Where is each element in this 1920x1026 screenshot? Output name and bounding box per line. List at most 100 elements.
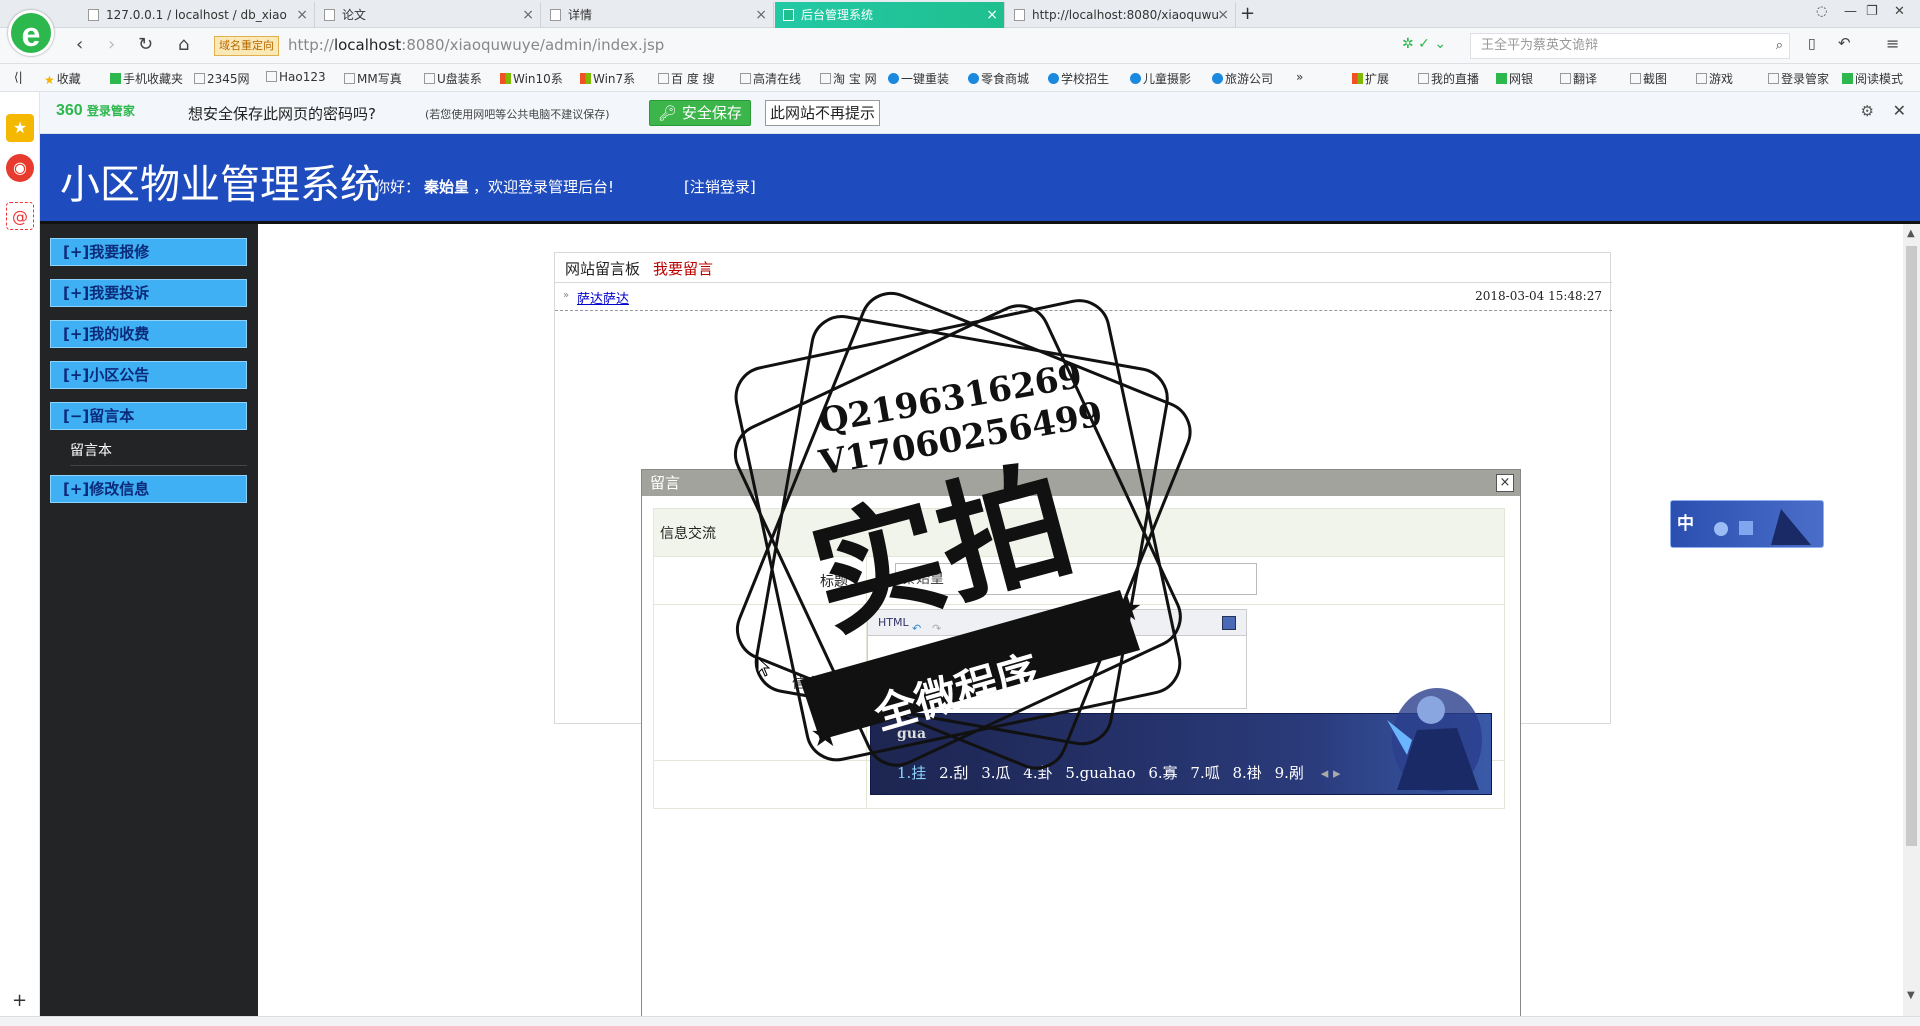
bookmark-item[interactable]: 百 度 搜 xyxy=(658,70,715,87)
fullscreen-icon[interactable] xyxy=(1222,616,1236,630)
sidebar-item-notice[interactable]: [+]小区公告 xyxy=(50,361,247,389)
undo-icon[interactable]: ↶ xyxy=(1838,34,1851,52)
back-icon[interactable]: ‹ xyxy=(76,34,83,55)
browser-tab[interactable]: http://localhost:8080/xiaoquwu × xyxy=(1006,2,1236,28)
new-tab-icon[interactable]: + xyxy=(1240,2,1255,26)
toolbar-bank[interactable]: 网银 xyxy=(1496,70,1533,87)
undo-icon[interactable]: ↶ xyxy=(912,616,926,635)
add-icon[interactable]: + xyxy=(12,990,27,1011)
bookmark-item[interactable]: U盘装系 xyxy=(424,70,482,87)
ime-candidate[interactable]: 7.呱 xyxy=(1190,762,1219,783)
sidebar-item-guestbook[interactable]: [−]留言本 xyxy=(50,402,247,430)
weibo-icon[interactable]: ◉ xyxy=(6,154,34,182)
tab-guestbook-board[interactable]: 网站留言板 xyxy=(565,258,640,279)
close-icon[interactable]: × xyxy=(986,2,998,28)
search-input[interactable]: 王全平为蔡英文诡辩 ⌕ xyxy=(1470,33,1790,59)
bookmark-item[interactable]: 手机收藏夹 xyxy=(110,70,183,87)
scroll-up-icon[interactable]: ▲ xyxy=(1907,228,1915,239)
url-field[interactable]: http://localhost:8080/xiaoquwuye/admin/i… xyxy=(288,36,664,54)
ime-candidate[interactable]: 6.寡 xyxy=(1148,762,1177,783)
never-prompt-button[interactable]: 此网站不再提示 xyxy=(765,100,881,126)
browser-tab[interactable]: 详情 × xyxy=(542,2,774,28)
bookmark-item[interactable]: Win10系 xyxy=(500,70,563,87)
sidebar-item-complaint[interactable]: [+]我要投诉 xyxy=(50,279,247,307)
browser-tab-active[interactable]: 后台管理系统 × xyxy=(775,2,1005,28)
menu-icon[interactable]: ≡ xyxy=(1886,34,1899,53)
bookmark-item[interactable]: 一键重装 xyxy=(888,70,949,87)
toolbar-label: 我的直播 xyxy=(1431,72,1480,86)
safe-save-button[interactable]: 🔑︎ 安全保存 xyxy=(649,100,751,126)
close-icon[interactable]: × xyxy=(1496,474,1514,492)
tab-post-message[interactable]: 我要留言 xyxy=(653,258,713,279)
ime-status-bar[interactable]: 中 xyxy=(1670,500,1824,548)
toolbar-screenshot[interactable]: 截图 xyxy=(1630,70,1667,87)
mail-icon[interactable]: @ xyxy=(6,202,34,230)
toolbar-live[interactable]: 我的直播 xyxy=(1418,70,1479,87)
bookmark-item[interactable]: 旅游公司 xyxy=(1212,70,1273,87)
bookmark-icon[interactable]: ▯ xyxy=(1808,36,1816,52)
favorites-star-icon[interactable]: ★ xyxy=(6,114,34,142)
redo-icon[interactable]: ↷ xyxy=(932,616,946,635)
bookmark-item[interactable]: Hao123 xyxy=(266,70,326,84)
bookmark-item[interactable]: 零食商城 xyxy=(968,70,1029,87)
bookmark-item[interactable]: 2345网 xyxy=(194,70,250,87)
scrollbar-thumb[interactable] xyxy=(1906,246,1917,846)
rich-text-editor[interactable]: HTML ↶ ↷ xyxy=(867,609,1247,709)
toolbar-extensions[interactable]: 扩展 xyxy=(1352,70,1389,87)
toolbar-login[interactable]: 登录管家 xyxy=(1768,70,1829,87)
bookmark-item[interactable]: 高清在线 xyxy=(740,70,801,87)
reload-icon[interactable]: ↻ xyxy=(138,34,153,55)
title-input[interactable]: 秦始皇 xyxy=(895,563,1257,595)
sidebar-item-profile[interactable]: [+]修改信息 xyxy=(50,475,247,503)
home-icon[interactable]: ⌂ xyxy=(178,34,189,55)
ime-candidate[interactable]: 5.guahao xyxy=(1065,764,1135,782)
star-icon: ★ xyxy=(44,73,55,87)
greeting-suffix: ，欢迎登录管理后台! xyxy=(473,178,615,196)
search-icon[interactable]: ⌕ xyxy=(1776,34,1783,58)
ime-candidate[interactable]: 4.卦 xyxy=(1023,762,1052,783)
bookmark-item[interactable]: MM写真 xyxy=(344,70,402,87)
close-icon[interactable]: × xyxy=(522,2,534,28)
minimize-icon[interactable]: — xyxy=(1844,4,1857,19)
bookmark-item[interactable]: 学校招生 xyxy=(1048,70,1109,87)
sidebar-toggle-icon[interactable]: ⟨| xyxy=(14,70,23,84)
sidebar-item-fees[interactable]: [+]我的收费 xyxy=(50,320,247,348)
bookmark-item[interactable]: 儿童摄影 xyxy=(1130,70,1191,87)
bookmark-item[interactable]: ★ 收藏 xyxy=(44,70,81,87)
redirect-badge[interactable]: 域名重定向 xyxy=(214,36,279,56)
ime-candidate[interactable]: 8.褂 xyxy=(1233,762,1262,783)
skin-icon[interactable]: ◌ xyxy=(1816,4,1827,19)
toolbar-translate[interactable]: 翻译 xyxy=(1560,70,1597,87)
bookmark-label: Win10系 xyxy=(513,72,563,86)
browser-logo-icon[interactable]: e xyxy=(8,10,54,56)
ime-candidate[interactable]: 9.剐 xyxy=(1275,762,1304,783)
logout-link[interactable]: [注销登录] xyxy=(684,176,756,197)
scrollbar[interactable]: ▲ ▼ xyxy=(1903,224,1920,1016)
ime-page-arrows-icon[interactable]: ◂ ▸ xyxy=(1321,764,1341,782)
toolbar-reader[interactable]: 阅读模式 xyxy=(1842,70,1903,87)
bookmark-item[interactable]: 淘 宝 网 xyxy=(820,70,877,87)
browser-tab[interactable]: 127.0.0.1 / localhost / db_xiao × xyxy=(80,2,315,28)
close-icon[interactable]: × xyxy=(755,2,767,28)
bookmarks-more[interactable]: » xyxy=(1296,70,1303,84)
bookmark-item[interactable]: Win7系 xyxy=(580,70,635,87)
restore-icon[interactable]: ❐ xyxy=(1866,4,1878,19)
ime-candidate[interactable]: 2.刮 xyxy=(939,762,968,783)
ime-candidate[interactable]: 1.挂 xyxy=(897,762,926,783)
scroll-down-icon[interactable]: ▼ xyxy=(1907,990,1915,1001)
dialog-title: 留言 xyxy=(650,474,681,492)
close-icon[interactable]: × xyxy=(1217,2,1229,28)
close-icon[interactable]: ✕ xyxy=(1893,101,1906,120)
gear-icon[interactable]: ⚙ xyxy=(1861,102,1874,120)
close-icon[interactable]: × xyxy=(296,2,308,28)
toolbar-games[interactable]: 游戏 xyxy=(1696,70,1733,87)
message-title-link[interactable]: 萨达萨达 xyxy=(577,288,629,307)
ime-candidate[interactable]: 3.瓜 xyxy=(981,762,1010,783)
security-icon[interactable]: ✲ ✓ ⌄ xyxy=(1402,36,1446,52)
browser-tab[interactable]: 论文 × xyxy=(316,2,541,28)
forward-icon[interactable]: › xyxy=(108,34,115,55)
sidebar-subitem-guestbook[interactable]: 留言本 xyxy=(70,436,247,466)
html-mode-button[interactable]: HTML xyxy=(878,616,909,629)
sidebar-item-repair[interactable]: [+]我要报修 xyxy=(50,238,247,266)
close-window-icon[interactable]: ✕ xyxy=(1894,4,1905,19)
